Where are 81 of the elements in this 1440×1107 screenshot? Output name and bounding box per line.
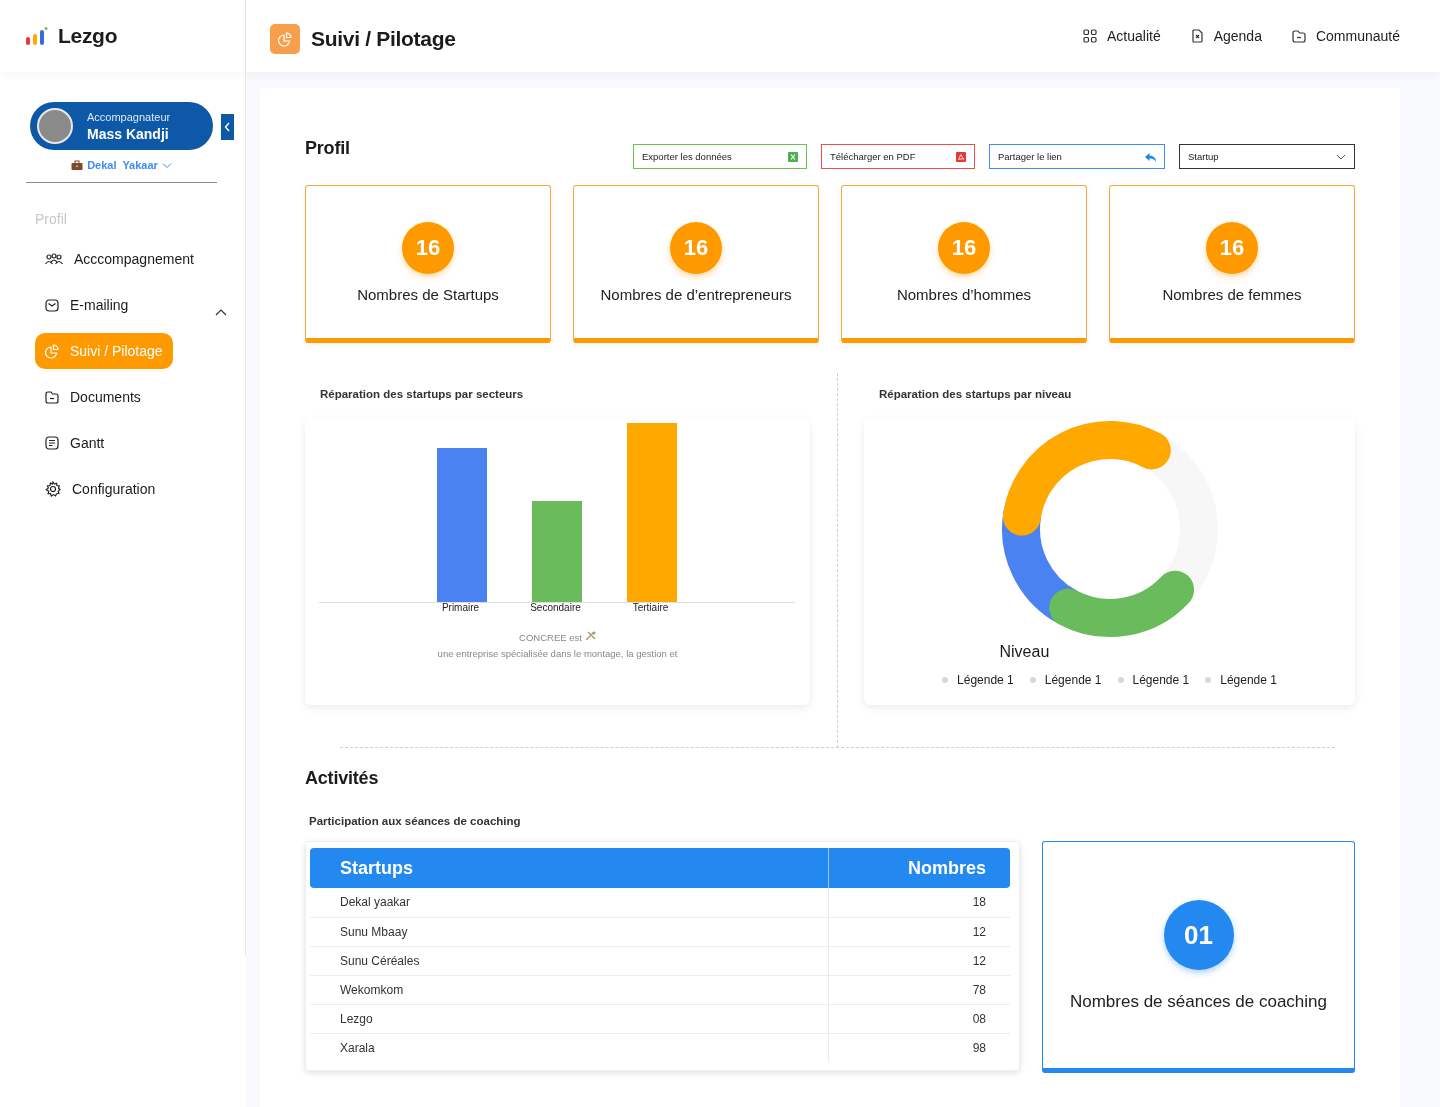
table-cell: 18 [828,888,1010,917]
legend-dot [1117,677,1124,683]
avatar [37,108,73,144]
section-title: Profil [305,138,350,159]
table-cell: 98 [828,1033,1010,1062]
profile-card[interactable]: Accompagnateur Mass Kandji [30,102,213,150]
caption-text: une entreprise spécialisée dans le montage, la gestion et [437,647,678,660]
collapse-button[interactable] [221,114,234,140]
action-button[interactable]: Exporter les données [633,144,807,169]
document-icon [45,436,59,450]
pdf-icon [956,151,966,162]
table-cell: 12 [828,946,1010,975]
page-title: Suivi / Pilotage [311,27,456,51]
stat-value: 16 [402,222,454,274]
folder-icon [1291,29,1306,43]
axis-label: Primaire [440,602,481,613]
action-button[interactable]: Télécharger en PDF [821,144,975,169]
pie-chart-icon [45,343,59,359]
legend-dot [942,677,949,683]
column-header: Nombres [828,848,1010,888]
section-title: Activités [305,768,380,789]
mail-icon [45,298,59,312]
caption-text: CONCREE est [519,631,582,644]
tools-icon [584,631,596,641]
chart-title: Réparation des startups par niveau [879,388,1073,402]
stat-label: Nombres d’hommes [896,286,1032,303]
stat-value: 16 [1206,222,1258,274]
legend-label: Légende 1 [1220,673,1277,687]
nav-item[interactable]: Gantt [35,425,115,461]
table-cell: Xarala [310,1033,828,1062]
legend-dot [1029,677,1036,683]
table-cell: Wekomkom [310,975,828,1004]
nav-item[interactable]: Documents [35,379,151,415]
stat-label: Nombres de d’entrepreneurs [600,286,792,303]
column-header: Startups [310,848,828,888]
grid-icon [1082,29,1097,43]
nav-item[interactable]: E-mailing [35,287,139,323]
table-cell: 12 [828,917,1010,946]
chevron-left-icon [224,122,231,132]
chevron-up-icon[interactable] [215,308,227,316]
axis-label: Secondaire [529,602,582,613]
legend-label: Légende 1 [1044,673,1102,687]
category-select[interactable]: Startup [1179,144,1355,169]
action-button[interactable]: Partager le lien [989,144,1165,169]
folder-icon [45,390,59,404]
table-cell: Lezgo [310,1004,828,1033]
stat-value: 16 [938,222,990,274]
subtitle: Participation aux séances de coaching [309,815,522,827]
nav-link[interactable]: Agenda [1190,28,1262,44]
legend-dot [1205,677,1212,683]
nav-item[interactable]: Configuration [35,471,166,507]
legend-label: Légende 1 [957,673,1014,687]
stat-label: Nombres de séances de coaching [1069,992,1327,1012]
pie-chart-icon [278,31,292,47]
gear-icon [45,481,61,497]
table-cell: Sunu Céréales [310,946,828,975]
stat-value: 16 [670,222,722,274]
reply-arrow-icon [1144,151,1156,162]
user-name: Mass Kandji [87,125,170,142]
legend-label: Légende 1 [1132,673,1190,687]
stat-value: 01 [1163,900,1234,970]
nav-item[interactable]: Acccompagnement [35,241,204,277]
chart-center-label: Niveau [999,643,1051,661]
table-cell: Sunu Mbaay [310,917,828,946]
nav-link[interactable]: Actualité [1082,28,1161,44]
stat-label: Nombres de femmes [1162,286,1302,303]
people-icon [45,253,63,265]
table-cell: 08 [828,1004,1010,1033]
axis-label: Tertiaire [631,602,670,613]
brand-name: Lezgo [58,24,118,48]
table-cell: 78 [828,975,1010,1004]
stat-label: Nombres de Startups [357,286,499,303]
file-icon [1190,29,1204,43]
chevron-down-icon [1336,153,1346,160]
user-role: Accompagnateur [87,110,171,123]
logo-icon [26,27,48,45]
table-cell: Dekal yaakar [310,888,828,917]
chart-title: Réparation des startups par secteurs [320,388,525,402]
nav-link[interactable]: Communauté [1291,28,1400,44]
briefcase-icon [71,159,84,171]
spreadsheet-icon [788,151,798,162]
